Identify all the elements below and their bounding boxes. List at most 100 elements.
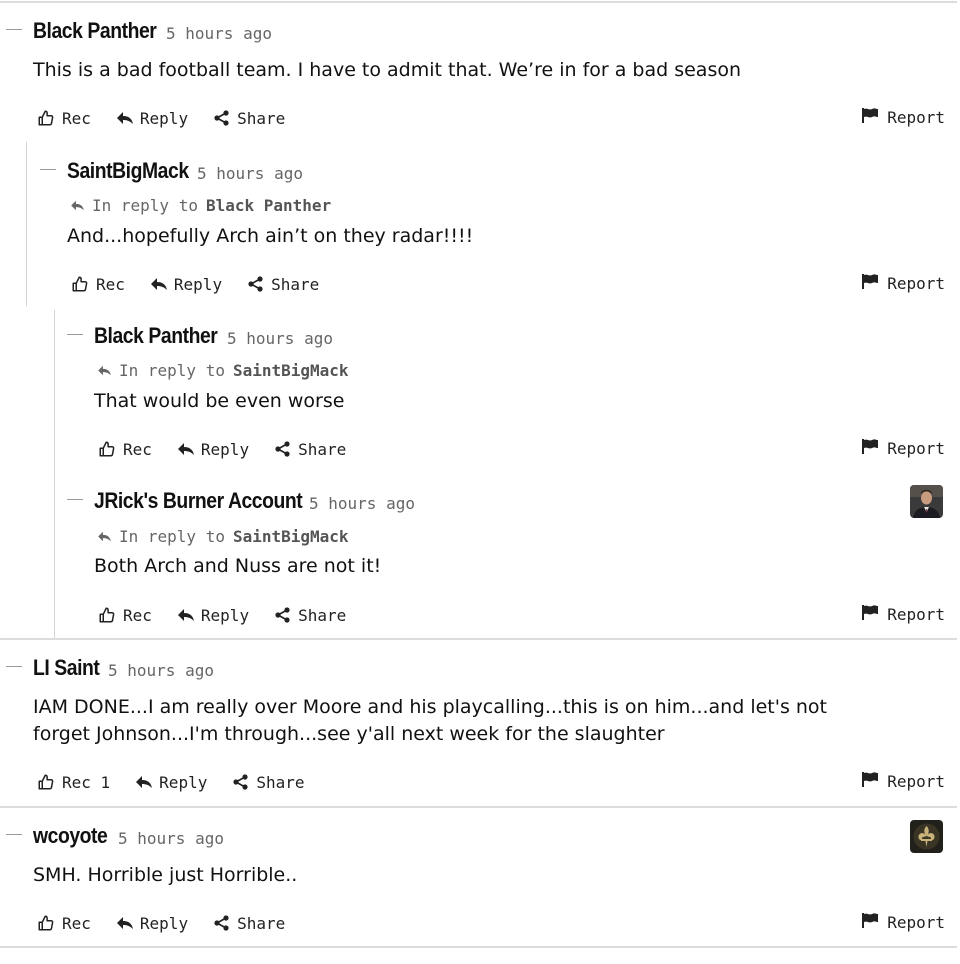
in-reply-to-author[interactable]: Black Panther: [206, 196, 331, 215]
rec-button[interactable]: Rec 1: [37, 773, 110, 792]
share-button[interactable]: Share: [248, 275, 319, 294]
user-avatar[interactable]: [910, 485, 943, 518]
reply-button[interactable]: Reply: [177, 439, 250, 459]
comment-body: This is a bad football team. I have to a…: [33, 59, 742, 81]
comment-time: 5 hours ago: [227, 329, 333, 348]
comment-time: 5 hours ago: [166, 24, 272, 43]
in-reply-to-author[interactable]: SaintBigMack: [233, 361, 349, 380]
divider: [0, 946, 957, 948]
collapse-toggle[interactable]: [6, 834, 22, 835]
share-button[interactable]: Share: [233, 773, 305, 792]
share-button[interactable]: Share: [275, 606, 346, 625]
share-icon: [233, 774, 249, 790]
share-button[interactable]: Share: [275, 440, 346, 459]
collapse-toggle[interactable]: [67, 334, 83, 335]
fleur-de-lis-avatar-icon: [910, 820, 943, 853]
reply-button[interactable]: Reply: [116, 108, 189, 128]
report-button[interactable]: Report: [862, 913, 945, 932]
comment-body: Both Arch and Nuss are not it!: [94, 555, 382, 577]
in-reply-to-author[interactable]: SaintBigMack: [233, 527, 349, 546]
rec-button[interactable]: Rec: [37, 109, 91, 128]
share-label: Share: [298, 439, 347, 459]
man-in-suit-avatar-icon: [910, 485, 943, 518]
flag-icon: [862, 108, 879, 127]
comment-author[interactable]: Black Panther: [94, 323, 218, 349]
in-reply-to-label: In reply to: [119, 361, 225, 380]
share-label: Share: [237, 913, 286, 933]
report-label: Report: [887, 772, 945, 791]
rec-label: Rec: [123, 605, 152, 625]
rec-label: Rec 1: [62, 772, 111, 792]
reply-button[interactable]: Reply: [136, 773, 207, 792]
comment-actions: Rec Reply Share: [98, 437, 372, 461]
reply-arrow-icon: [136, 775, 153, 789]
comment-body: That would be even worse: [94, 390, 345, 412]
share-button[interactable]: Share: [214, 914, 285, 933]
share-icon: [275, 607, 291, 623]
report-label: Report: [887, 439, 945, 458]
collapse-toggle[interactable]: [6, 666, 22, 667]
reply-button[interactable]: Reply: [116, 913, 189, 933]
share-icon: [214, 915, 230, 931]
rec-label: Rec: [62, 108, 91, 128]
divider: [0, 638, 957, 640]
comment-time: 5 hours ago: [118, 829, 224, 848]
comment-actions: Rec Reply Share: [71, 272, 345, 296]
comment-body: IAM DONE...I am really over Moore and hi…: [33, 696, 828, 745]
comment-author[interactable]: Black Panther: [33, 18, 157, 44]
thumbs-up-icon: [37, 914, 55, 932]
reply-label: Reply: [173, 274, 223, 294]
thread-line: [26, 142, 27, 306]
reply-label: Reply: [200, 605, 250, 625]
reply-label: Reply: [200, 439, 250, 459]
reply-arrow-icon: [177, 608, 194, 622]
flag-icon: [862, 913, 879, 932]
collapse-toggle[interactable]: [40, 169, 56, 170]
report-button[interactable]: Report: [862, 772, 945, 791]
in-reply-to-label: In reply to: [119, 527, 225, 546]
share-icon: [275, 441, 291, 457]
comment-time: 5 hours ago: [197, 164, 303, 183]
reply-arrow-icon: [177, 442, 194, 456]
report-button[interactable]: Report: [862, 108, 945, 127]
share-button[interactable]: Share: [214, 109, 285, 128]
comment-actions: Rec Reply Share: [37, 911, 311, 935]
report-button[interactable]: Report: [862, 274, 945, 293]
reply-label: Reply: [139, 108, 189, 128]
report-label: Report: [887, 913, 945, 932]
reply-button[interactable]: Reply: [177, 605, 250, 625]
rec-label: Rec: [96, 274, 125, 294]
share-label: Share: [298, 605, 347, 625]
in-reply-to: In reply to SaintBigMack: [98, 527, 349, 546]
in-reply-to: In reply to SaintBigMack: [98, 361, 349, 380]
report-label: Report: [887, 605, 945, 624]
comment-author[interactable]: LI Saint: [33, 655, 100, 681]
flag-icon: [862, 605, 879, 624]
comment-actions: Rec 1 Reply Share: [37, 770, 331, 794]
share-label: Share: [237, 108, 286, 128]
reply-arrow-icon: [116, 916, 133, 930]
comment-author[interactable]: SaintBigMack: [67, 158, 189, 184]
rec-button[interactable]: Rec: [71, 275, 125, 294]
reply-label: Reply: [139, 913, 189, 933]
comment-author[interactable]: JRick's Burner Account: [94, 488, 303, 514]
reply-arrow-icon: [98, 527, 111, 546]
user-avatar[interactable]: [910, 820, 943, 853]
reply-arrow-icon: [98, 361, 111, 380]
collapse-toggle[interactable]: [67, 499, 83, 500]
in-reply-to: In reply to Black Panther: [71, 196, 331, 215]
reply-button[interactable]: Reply: [150, 274, 223, 294]
reply-arrow-icon: [71, 196, 84, 215]
reply-label: Reply: [159, 772, 208, 792]
thumbs-up-icon: [37, 109, 55, 127]
rec-button[interactable]: Rec: [98, 440, 152, 459]
share-label: Share: [271, 274, 320, 294]
comment-author[interactable]: wcoyote: [33, 823, 108, 849]
thread-line: [54, 310, 55, 638]
rec-button[interactable]: Rec: [98, 606, 152, 625]
share-icon: [248, 276, 264, 292]
collapse-toggle[interactable]: [6, 29, 22, 30]
report-button[interactable]: Report: [862, 605, 945, 624]
rec-button[interactable]: Rec: [37, 914, 91, 933]
report-button[interactable]: Report: [862, 439, 945, 458]
